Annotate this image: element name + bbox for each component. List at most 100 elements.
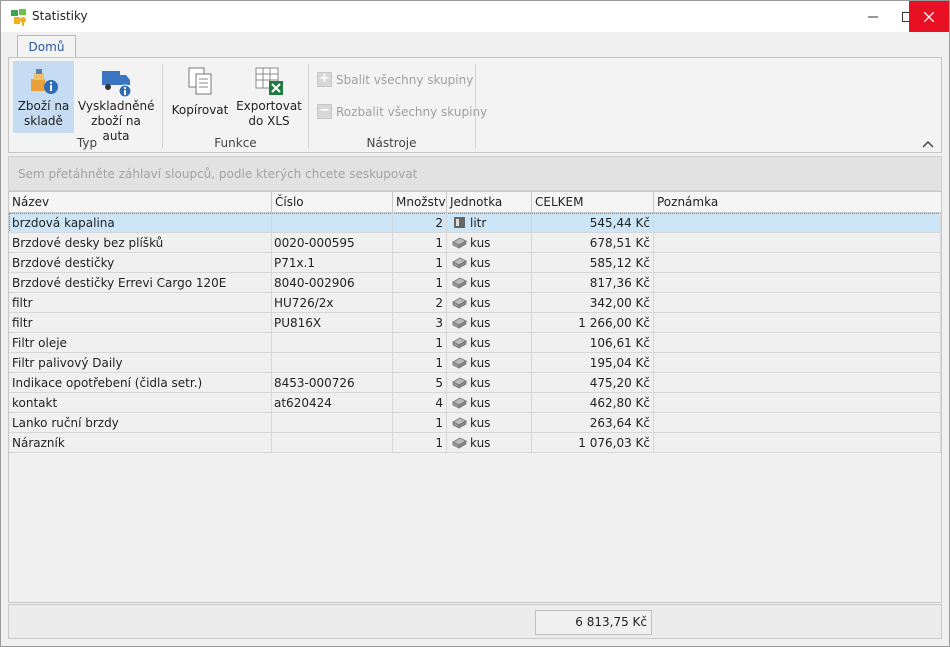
cell-total[interactable]: 462,80 Kč [532, 393, 654, 413]
cell-unit[interactable]: kus [447, 253, 532, 273]
cell-total[interactable]: 817,36 Kč [532, 273, 654, 293]
cell-quantity[interactable]: 1 [393, 333, 447, 353]
cell-name[interactable]: filtr [9, 293, 272, 313]
cell-number[interactable]: 8453-000726 [272, 373, 393, 393]
cell-number[interactable] [272, 213, 393, 233]
cell-note[interactable] [654, 273, 941, 293]
cell-total[interactable]: 342,00 Kč [532, 293, 654, 313]
close-button[interactable] [909, 1, 949, 32]
expand-all-groups-button[interactable]: − Rozbalit všechny skupiny [317, 104, 487, 119]
cell-total[interactable]: 195,04 Kč [532, 353, 654, 373]
cell-quantity[interactable]: 3 [393, 313, 447, 333]
cell-note[interactable] [654, 353, 941, 373]
table-row[interactable]: Brzdové desky bez plíšků 0020-000595 1 kus 6… [9, 233, 941, 253]
cell-quantity[interactable]: 1 [393, 433, 447, 453]
cell-name[interactable]: Brzdové desky bez plíšků [9, 233, 272, 253]
table-row[interactable]: kontakt at620424 4 kus 462,80 Kč [9, 393, 941, 413]
cell-unit[interactable]: kus [447, 313, 532, 333]
cell-number[interactable]: 8040-002906 [272, 273, 393, 293]
cell-name[interactable]: brzdová kapalina [9, 213, 272, 233]
cell-note[interactable] [654, 373, 941, 393]
copy-button[interactable]: Kopírovat [169, 61, 231, 133]
cell-unit[interactable]: kus [447, 273, 532, 293]
table-row[interactable]: Filtr oleje 1 kus 106,61 Kč [9, 333, 941, 353]
cell-total[interactable]: 678,51 Kč [532, 233, 654, 253]
cell-unit[interactable]: kus [447, 353, 532, 373]
column-header-number[interactable]: Číslo [272, 192, 393, 212]
cell-quantity[interactable]: 1 [393, 413, 447, 433]
cell-note[interactable] [654, 413, 941, 433]
export-xls-button[interactable]: Exportovat do XLS [236, 61, 302, 133]
column-header-quantity[interactable]: Množství [393, 192, 447, 212]
collapse-all-groups-button[interactable]: + Sbalit všechny skupiny [317, 72, 473, 87]
cell-note[interactable] [654, 213, 941, 233]
cell-quantity[interactable]: 1 [393, 233, 447, 253]
cell-number[interactable] [272, 433, 393, 453]
minimize-button[interactable] [856, 1, 890, 32]
table-row[interactable]: Nárazník 1 kus 1 076,03 Kč [9, 433, 941, 453]
cell-quantity[interactable]: 1 [393, 353, 447, 373]
cell-note[interactable] [654, 393, 941, 413]
cell-quantity[interactable]: 2 [393, 293, 447, 313]
cell-total[interactable]: 1 266,00 Kč [532, 313, 654, 333]
cell-number[interactable] [272, 353, 393, 373]
cell-number[interactable]: 0020-000595 [272, 233, 393, 253]
cell-total[interactable]: 1 076,03 Kč [532, 433, 654, 453]
tab-home[interactable]: Domů [17, 35, 76, 59]
cell-name[interactable]: Nárazník [9, 433, 272, 453]
cell-note[interactable] [654, 433, 941, 453]
table-row[interactable]: Filtr palivový Daily 1 kus 195,04 Kč [9, 353, 941, 373]
cell-name[interactable]: kontakt [9, 393, 272, 413]
cell-number[interactable] [272, 333, 393, 353]
cell-unit[interactable]: kus [447, 233, 532, 253]
group-by-panel[interactable]: Sem přetáhněte záhlaví sloupců, podle kt… [8, 156, 942, 191]
cell-quantity[interactable]: 4 [393, 393, 447, 413]
cell-unit[interactable]: litr [447, 213, 532, 233]
column-header-name[interactable]: Název [9, 192, 272, 212]
cell-name[interactable]: Filtr oleje [9, 333, 272, 353]
table-row[interactable]: filtr PU816X 3 kus 1 266,00 Kč [9, 313, 941, 333]
cell-quantity[interactable]: 5 [393, 373, 447, 393]
table-row[interactable]: filtr HU726/2x 2 kus 342,00 Kč [9, 293, 941, 313]
cell-note[interactable] [654, 293, 941, 313]
cell-note[interactable] [654, 313, 941, 333]
table-row[interactable]: Brzdové destičky Errevi Cargo 120E 8040-0… [9, 273, 941, 293]
cell-note[interactable] [654, 333, 941, 353]
cell-name[interactable]: Brzdové destičky [9, 253, 272, 273]
cell-name[interactable]: filtr [9, 313, 272, 333]
cell-name[interactable]: Brzdové destičky Errevi Cargo 120E [9, 273, 272, 293]
cell-unit[interactable]: kus [447, 293, 532, 313]
cell-unit[interactable]: kus [447, 333, 532, 353]
cell-total[interactable]: 106,61 Kč [532, 333, 654, 353]
cell-note[interactable] [654, 233, 941, 253]
cell-total[interactable]: 475,20 Kč [532, 373, 654, 393]
goods-in-stock-button[interactable]: Zboží na skladě [13, 61, 74, 133]
cell-name[interactable]: Indikace opotřebení (čidla setr.) [9, 373, 272, 393]
table-row[interactable]: Brzdové destičky P71x.1 1 kus 585,12 Kč [9, 253, 941, 273]
cell-number[interactable]: P71x.1 [272, 253, 393, 273]
cell-note[interactable] [654, 253, 941, 273]
cell-number[interactable]: at620424 [272, 393, 393, 413]
cell-number[interactable]: PU816X [272, 313, 393, 333]
cell-total[interactable]: 263,64 Kč [532, 413, 654, 433]
cell-unit[interactable]: kus [447, 373, 532, 393]
cell-total[interactable]: 585,12 Kč [532, 253, 654, 273]
cell-quantity[interactable]: 1 [393, 273, 447, 293]
cell-name[interactable]: Filtr palivový Daily [9, 353, 272, 373]
collapse-ribbon-icon[interactable] [922, 139, 934, 149]
cell-total[interactable]: 545,44 Kč [532, 213, 654, 233]
cell-number[interactable]: HU726/2x [272, 293, 393, 313]
cell-name[interactable]: Lanko ruční brzdy [9, 413, 272, 433]
table-row[interactable]: Lanko ruční brzdy 1 kus 263,64 Kč [9, 413, 941, 433]
dispatched-to-trucks-button[interactable]: Vyskladněné zboží na auta [78, 61, 154, 143]
cell-unit[interactable]: kus [447, 433, 532, 453]
cell-number[interactable] [272, 413, 393, 433]
column-header-unit[interactable]: Jednotka [447, 192, 532, 212]
cell-unit[interactable]: kus [447, 413, 532, 433]
column-header-total[interactable]: CELKEM [532, 192, 654, 212]
table-row[interactable]: brzdová kapalina 2 litr 545,44 Kč [9, 213, 941, 233]
cell-quantity[interactable]: 1 [393, 253, 447, 273]
cell-unit[interactable]: kus [447, 393, 532, 413]
column-header-note[interactable]: Poznámka [654, 192, 941, 212]
table-row[interactable]: Indikace opotřebení (čidla setr.) 8453-00… [9, 373, 941, 393]
